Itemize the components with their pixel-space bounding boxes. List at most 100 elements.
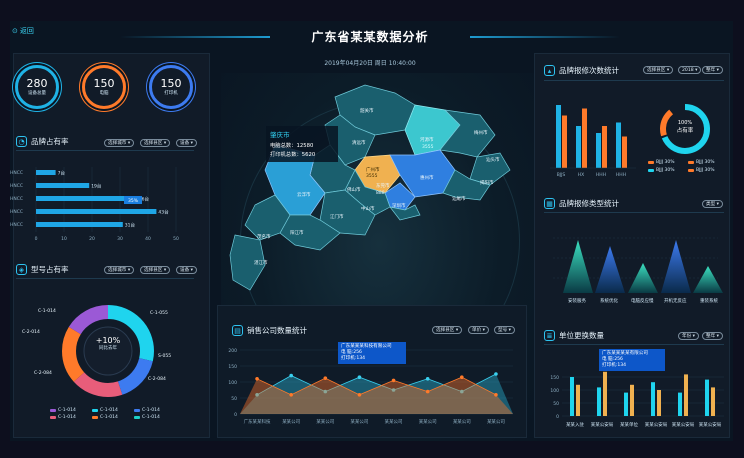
bar [630, 384, 634, 416]
category-label: 某某公安局 [699, 421, 722, 428]
bar [657, 390, 661, 416]
legend-swatch [648, 169, 654, 172]
tick-label: 200 [228, 348, 237, 354]
map-tooltip: 肇庆市 电脑总数：12580 打印机总数：5620 [266, 126, 338, 162]
category-label: 某某公司 [316, 419, 334, 425]
bar [36, 183, 90, 188]
select-city[interactable]: 选择城市 ▾ [104, 266, 135, 274]
category-label: HNCC [10, 170, 23, 176]
category-label: 某某公安局 [591, 421, 614, 428]
category-label: HNCC [10, 196, 23, 202]
slice-label: S-055 [158, 354, 172, 359]
select-period[interactable]: 整年 ▾ [702, 332, 723, 340]
tick-label: 100 [228, 380, 237, 386]
datetime: 2019年04月20日 周日 10:40:00 [324, 60, 416, 67]
back-icon: ⊙ [12, 27, 18, 35]
divider [544, 80, 724, 81]
select-year[interactable]: 年份 ▾ [678, 332, 699, 340]
brand-repair-header: ▴ 品牌报修次数统计 [544, 65, 619, 76]
category-label: BJJS [557, 172, 566, 178]
data-point [494, 372, 498, 376]
select-model[interactable]: 型号 ▾ [494, 326, 515, 334]
category-label: 重装系统 [700, 299, 718, 304]
repair-type-chart [553, 237, 723, 293]
value-label: 31台 [125, 222, 136, 229]
select-district[interactable]: 选择县区 ▾ [432, 326, 463, 334]
replacement-header: ≣ 单位更换数量 [544, 330, 604, 341]
map-label: 东莞市 [376, 184, 390, 189]
category-label: 开机无反应 [664, 299, 687, 304]
map-label: 广州市 [366, 168, 380, 173]
peak-bar [595, 246, 625, 293]
bar [603, 371, 607, 416]
legend-item: C-1-014 [50, 415, 76, 420]
bar [562, 115, 567, 168]
map-label: 梅州市 [474, 131, 488, 136]
bar [622, 136, 627, 168]
bar [36, 196, 137, 201]
data-point [357, 393, 362, 397]
legend-swatch [648, 161, 654, 164]
legend-item: C-1-014 [92, 408, 118, 413]
bar [556, 105, 561, 168]
select-type[interactable]: 类型 ▾ [702, 200, 723, 208]
data-point [357, 375, 362, 379]
tick-label: 150 [550, 375, 559, 381]
data-point [255, 377, 259, 381]
map-label: 湛江市 [254, 261, 268, 266]
tick-label: 100 [550, 388, 559, 394]
tick-label: 50 [553, 401, 559, 407]
select-district[interactable]: 选择县区 ▾ [643, 66, 674, 74]
title-decoration-left [120, 36, 270, 38]
bar [624, 392, 628, 416]
model-share-header: ◈ 型号占有率 [16, 264, 69, 275]
divider [16, 150, 194, 151]
map-label: 韶关市 [360, 109, 374, 114]
stat-ring-printers: 150 打印机 [149, 65, 193, 109]
back-button[interactable]: ⊙ 返回 [12, 26, 34, 36]
category-label: HHH [616, 172, 626, 178]
select-district[interactable]: 选择县区 ▾ [140, 266, 171, 274]
donut-center [83, 326, 133, 376]
value-label: 19台 [91, 183, 102, 190]
layers-icon: ◈ [16, 264, 27, 275]
tick-label: 10 [61, 236, 67, 242]
map-label: 中山市 [361, 207, 375, 212]
tick-label: 0 [35, 236, 38, 242]
model-donut-chart [62, 305, 154, 397]
select-city[interactable]: 选择城市 ▾ [104, 139, 135, 147]
tick-label: 30 [117, 236, 123, 242]
legend-swatch [688, 161, 694, 164]
map-label: 惠州市 [420, 176, 434, 181]
map-sub-value: 3555 [366, 174, 378, 179]
map-label: 揭阳市 [480, 181, 494, 186]
select-year[interactable]: 2018 ▾ [678, 66, 702, 74]
map-label: 汕尾市 [452, 197, 466, 202]
bar [36, 222, 123, 227]
map-sub-value: 888 [376, 191, 385, 196]
slice-label: C-1-014 [38, 309, 56, 314]
map-label: 云浮市 [297, 193, 311, 198]
select-district[interactable]: 选择县区 ▾ [140, 139, 171, 147]
divider [544, 212, 724, 213]
select-period[interactable]: 整年 ▾ [702, 66, 723, 74]
stat-ring-computers: 150 电脑 [82, 65, 126, 109]
bar [711, 387, 715, 416]
legend-item: BJJJ 30% [688, 168, 715, 173]
bar [36, 209, 157, 214]
select-device[interactable]: 设备 ▾ [176, 139, 197, 147]
map-label: 阳江市 [290, 231, 304, 236]
slice-label: C-2-084 [34, 371, 52, 376]
map-label: 深圳市 [392, 204, 406, 209]
repair-ring-center: 100% 占有率 [676, 120, 694, 134]
slice-label: C-1-055 [150, 311, 168, 316]
select-device[interactable]: 设备 ▾ [176, 266, 197, 274]
select-price[interactable]: 单价 ▾ [468, 326, 489, 334]
category-label: 电脑反应慢 [631, 299, 654, 304]
bar [596, 133, 601, 168]
category-label: 某某入驻 [566, 421, 584, 428]
page-title: 广东省某某数据分析 [311, 30, 429, 44]
value-label: 7台 [58, 170, 66, 177]
legend-swatch [50, 409, 56, 412]
legend-item: C-1-014 [92, 415, 118, 420]
